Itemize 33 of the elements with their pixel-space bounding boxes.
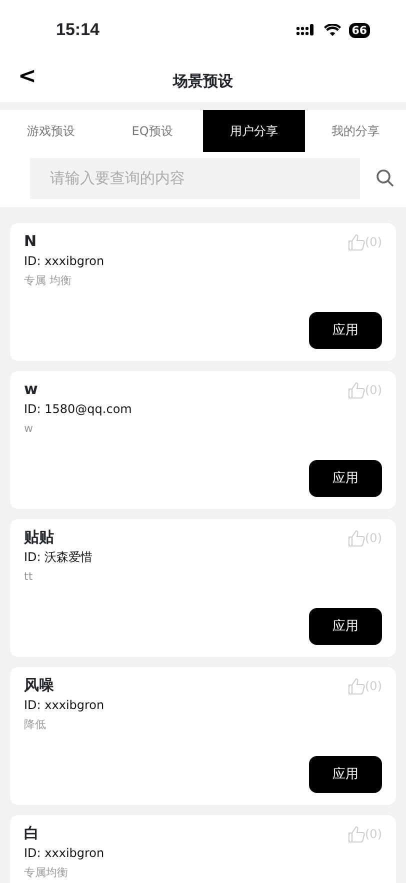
apply-button[interactable]: 应用 [309, 756, 382, 793]
signal-icon [296, 24, 316, 36]
thumbs-up-icon[interactable] [348, 678, 365, 694]
thumbs-up-icon[interactable] [348, 530, 365, 546]
tab[interactable]: 用户分享 [203, 110, 304, 152]
preset-name: w [24, 379, 38, 399]
search-field[interactable]: 请输入要查询的内容 [30, 158, 360, 198]
preset-description: 专属均衡 [24, 865, 68, 881]
thumbs-up-icon[interactable] [348, 382, 365, 398]
wifi-icon [324, 24, 341, 36]
preset-id: ID: xxxibgron [24, 697, 104, 714]
back-button[interactable]: < [18, 66, 36, 88]
preset-id: ID: 1580@qq.com [24, 401, 132, 418]
preset-id: ID: xxxibgron [24, 253, 104, 270]
preset-name: 白 [24, 823, 39, 843]
page-title: 场景预设 [173, 70, 233, 92]
preset-name: 贴贴 [24, 527, 54, 547]
clock-text: 15:14 [56, 19, 100, 42]
search-icon[interactable] [376, 169, 394, 187]
preset-description: 降低 [24, 717, 46, 733]
preset-description: 专属 均衡 [24, 273, 72, 289]
preset-name: 风噪 [24, 675, 54, 695]
thumbs-up-icon[interactable] [348, 234, 365, 250]
preset-id: ID: xxxibgron [24, 845, 104, 862]
preset-description: tt [24, 569, 33, 585]
preset-description: w [24, 421, 33, 437]
apply-button[interactable]: 应用 [309, 312, 382, 349]
thumbs-up-icon[interactable] [348, 826, 365, 842]
battery-level: 66 [348, 22, 370, 38]
apply-button[interactable]: 应用 [309, 460, 382, 497]
apply-button[interactable]: 应用 [309, 608, 382, 645]
preset-id: ID: 沃森爱惜 [24, 549, 93, 566]
preset-name: N [24, 231, 37, 251]
